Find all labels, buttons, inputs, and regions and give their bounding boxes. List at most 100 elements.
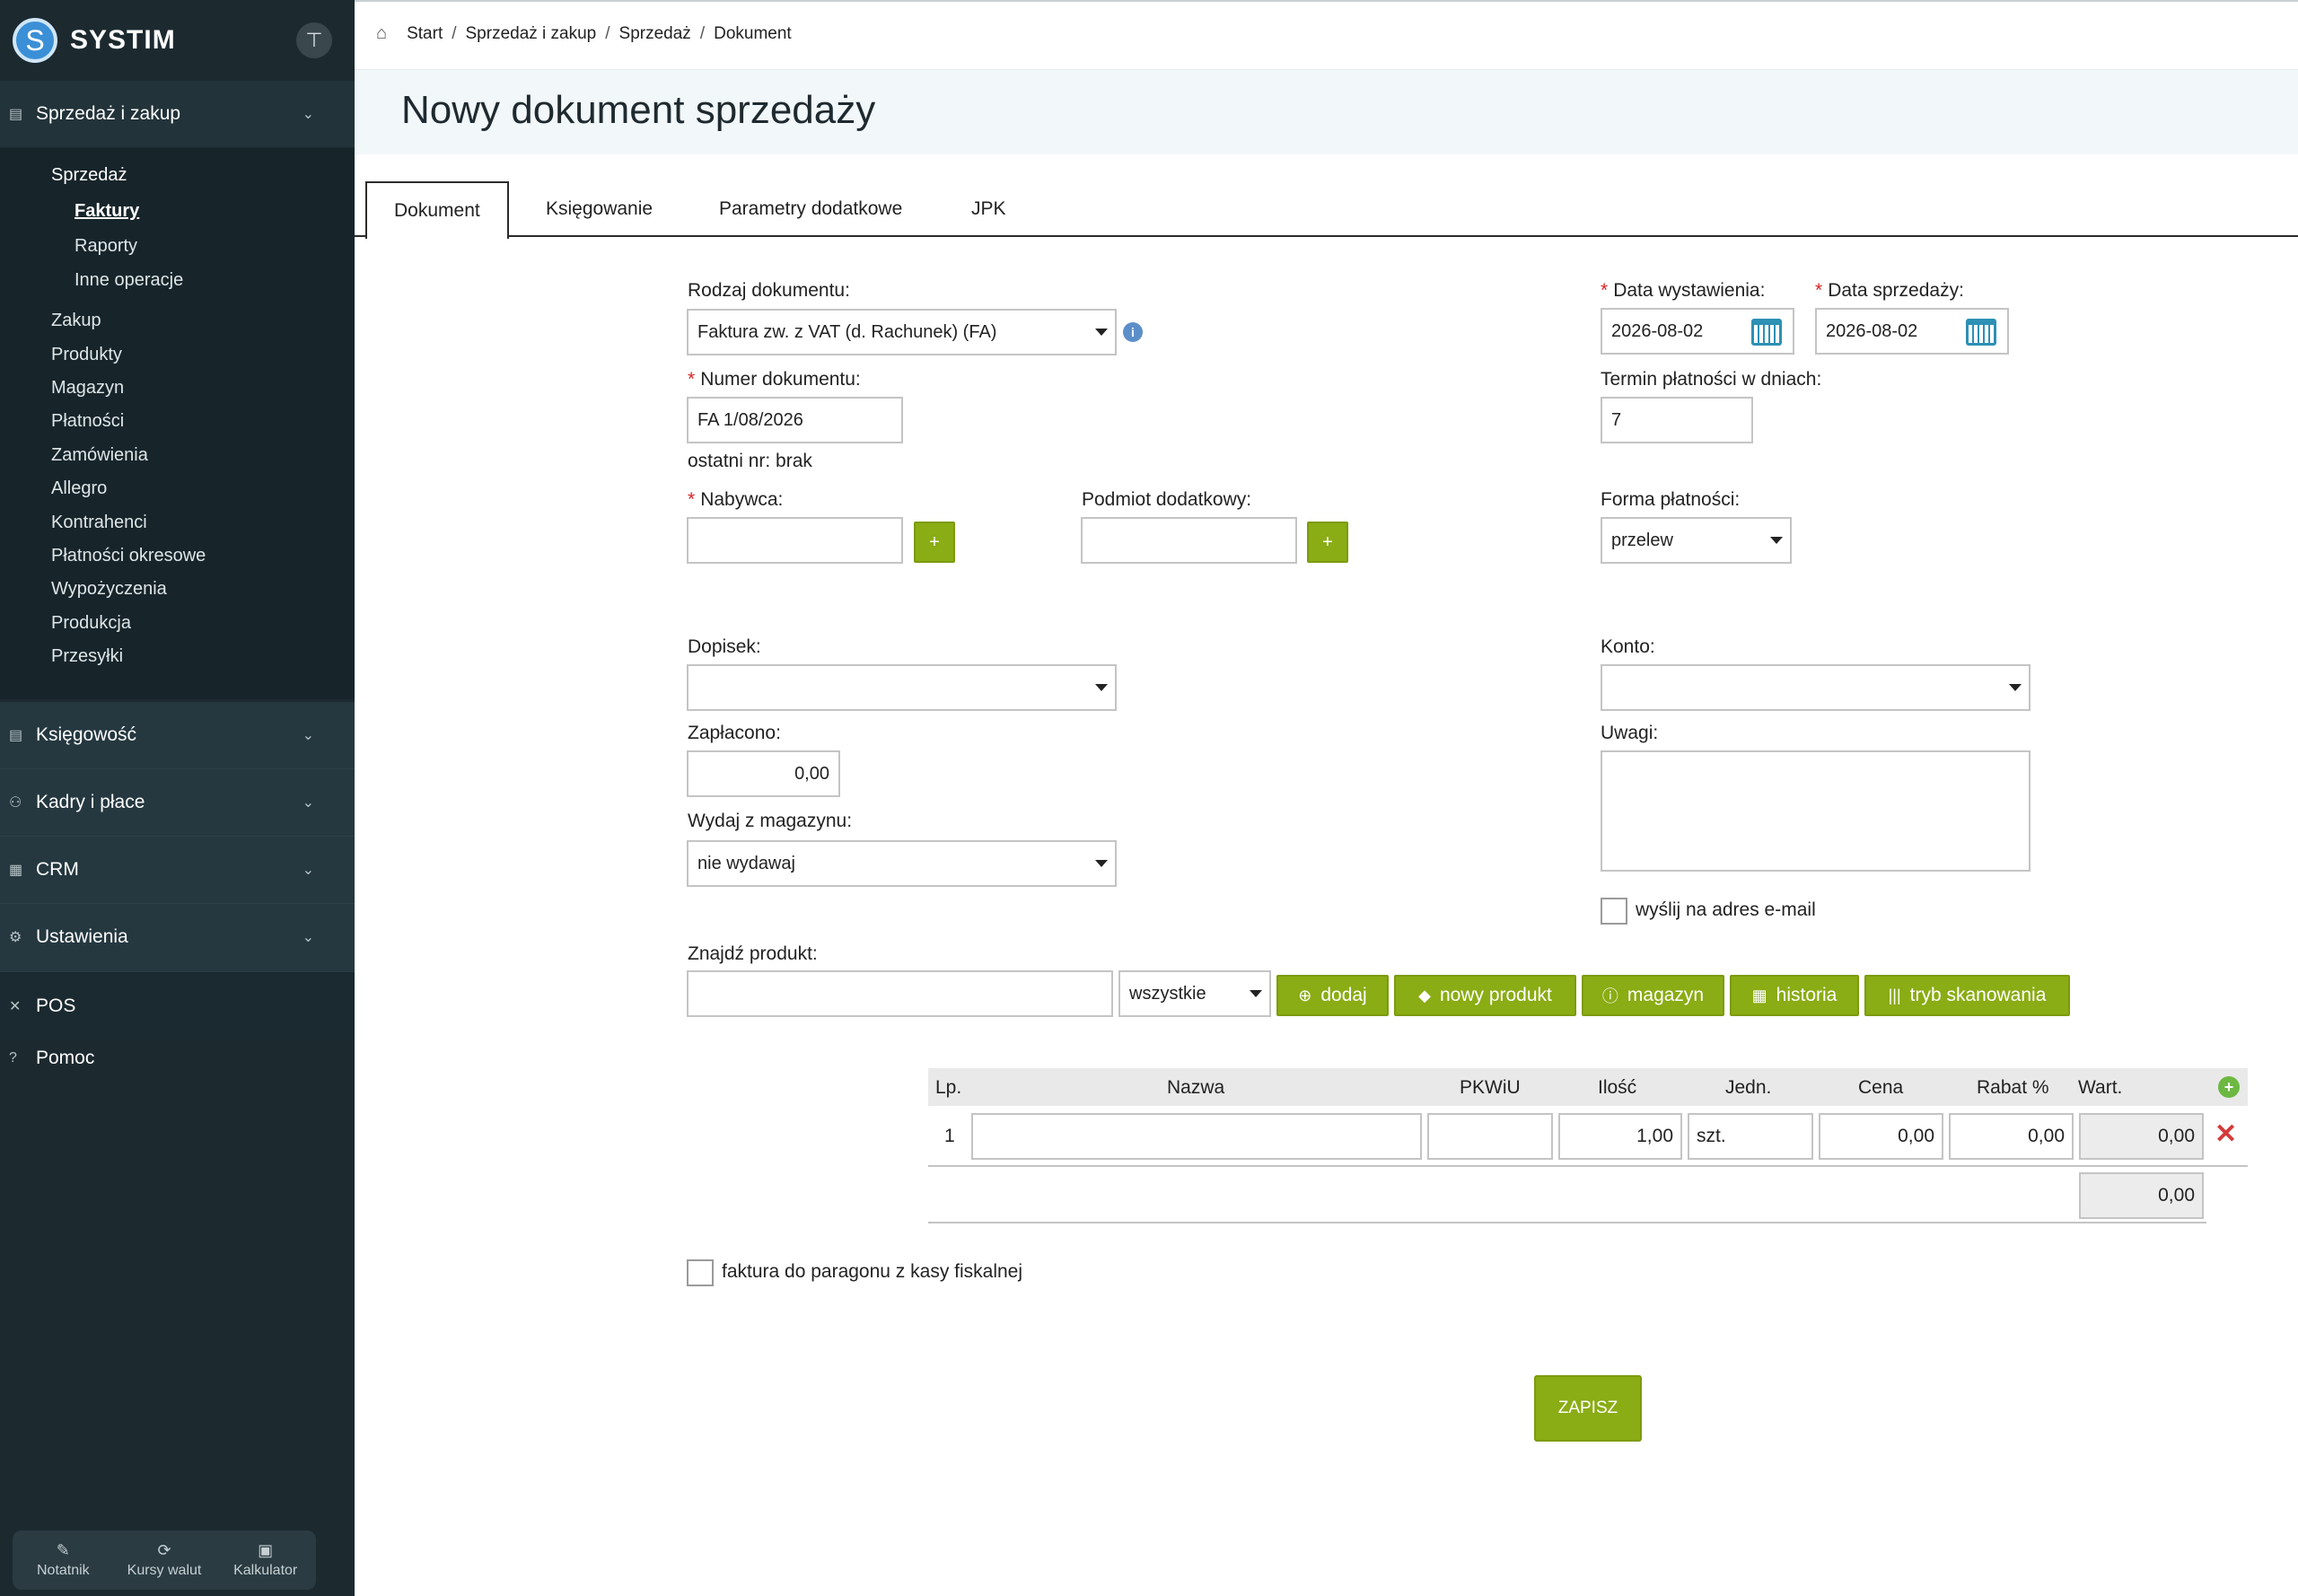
total-value: 0,00 — [2079, 1172, 2204, 1219]
zaplacono-input[interactable]: 0,00 — [687, 750, 840, 797]
home-icon[interactable]: ⌂ — [376, 23, 387, 44]
sidebar-section-crm[interactable]: ▦ CRM ⌄ — [0, 837, 355, 903]
help-icon: ? — [9, 1050, 17, 1065]
row-jedn-input[interactable]: szt. — [1688, 1113, 1813, 1160]
termin-input[interactable]: 7 — [1601, 397, 1753, 443]
sidebar-item-platnosci-okresowe[interactable]: Płatności okresowe — [51, 546, 206, 566]
tab-dokument[interactable]: Dokument — [365, 181, 509, 239]
termin-label: Termin płatności w dniach: — [1601, 369, 1822, 390]
sidebar-item-allegro[interactable]: Allegro — [51, 478, 107, 499]
row-pkwiu-input[interactable] — [1427, 1113, 1553, 1160]
paragon-checkbox[interactable] — [687, 1259, 714, 1286]
calendar-icon: ▦ — [9, 863, 23, 878]
data-sprzedazy-input[interactable]: 2026-08-02 — [1815, 308, 2009, 355]
col-cena: Cena — [1858, 1077, 1904, 1098]
sidebar-item-kontrahenci[interactable]: Kontrahenci — [51, 513, 147, 533]
nabywca-label: * Nabywca: — [688, 489, 784, 510]
product-search-input[interactable] — [687, 970, 1113, 1017]
znajdz-produkt-label: Znajdź produkt: — [688, 943, 818, 964]
sidebar-item-platnosci[interactable]: Płatności — [51, 411, 124, 432]
dopisek-label: Dopisek: — [688, 636, 761, 657]
ostatni-numer-hint: ostatni nr: brak — [688, 451, 812, 471]
row-rabat-input[interactable]: 0,00 — [1949, 1113, 2074, 1160]
col-jedn: Jedn. — [1725, 1077, 1772, 1098]
dropdown-caret-icon — [1770, 537, 1783, 544]
dropdown-caret-icon — [2009, 684, 2022, 691]
kalkulator-button[interactable]: ▣ Kalkulator — [215, 1530, 316, 1590]
product-filter-select[interactable]: wszystkie — [1118, 970, 1271, 1017]
sidebar-item-faktury[interactable]: Faktury — [75, 201, 139, 222]
sidebar-item-zakup[interactable]: Zakup — [51, 311, 101, 331]
forma-platnosci-select[interactable]: przelew — [1601, 517, 1792, 564]
button-label: tryb skanowania — [1909, 985, 2047, 1005]
pin-icon[interactable]: ⊤ — [296, 22, 332, 58]
podmiot-input[interactable] — [1081, 517, 1297, 564]
rodzaj-select[interactable]: Faktura zw. z VAT (d. Rachunek) (FA) — [687, 309, 1117, 355]
gear-icon: ⚙ — [9, 930, 22, 945]
sidebar-item-inne-operacje[interactable]: Inne operacje — [75, 270, 183, 291]
tab-parametry-dodatkowe[interactable]: Parametry dodatkowe — [719, 181, 902, 237]
add-circle-icon: ⊕ — [1298, 986, 1312, 1004]
people-icon: ⚇ — [9, 795, 22, 811]
brand-name: SYSTIM — [70, 25, 176, 55]
dropdown-caret-icon — [1095, 684, 1108, 691]
tool-label: Kursy walut — [127, 1563, 202, 1578]
data-wystawienia-label: * Data wystawienia: — [1601, 280, 1766, 301]
add-podmiot-button[interactable]: + — [1307, 522, 1348, 563]
sidebar-item-produkty[interactable]: Produkty — [51, 345, 122, 365]
row-nazwa-input[interactable] — [971, 1113, 1422, 1160]
breadcrumb-start[interactable]: Start — [407, 24, 443, 44]
dopisek-select[interactable] — [687, 664, 1117, 711]
sidebar-section-ksiegowosc[interactable]: ▤ Księgowość ⌄ — [0, 702, 355, 768]
dodaj-button[interactable]: ⊕ dodaj — [1276, 975, 1389, 1016]
sidebar-section-ustawienia[interactable]: ⚙ Ustawienia ⌄ — [0, 904, 355, 970]
breadcrumb-current: Dokument — [714, 23, 792, 43]
tab-ksiegowanie[interactable]: Księgowanie — [546, 181, 653, 237]
numer-input[interactable]: FA 1/08/2026 — [687, 397, 903, 443]
notatnik-button[interactable]: ✎ Notatnik — [13, 1530, 114, 1590]
info-icon[interactable]: i — [1123, 322, 1143, 342]
wydaj-select[interactable]: nie wydawaj — [687, 840, 1117, 887]
sidebar-section-kadry[interactable]: ⚇ Kadry i płace ⌄ — [0, 769, 355, 836]
calendar-icon[interactable] — [1751, 319, 1782, 346]
table-icon: ▦ — [1751, 986, 1767, 1004]
sidebar-item-wypozyczenia[interactable]: Wypożyczenia — [51, 579, 167, 600]
sidebar-item-raporty[interactable]: Raporty — [75, 236, 137, 257]
row-ilosc-input[interactable]: 1,00 — [1558, 1113, 1682, 1160]
sidebar-item-label: Pomoc — [36, 1048, 95, 1068]
save-button[interactable]: ZAPISZ — [1534, 1375, 1642, 1442]
sidebar-item-sprzedaz[interactable]: Sprzedaż — [51, 165, 127, 186]
row-cena-input[interactable]: 0,00 — [1819, 1113, 1943, 1160]
col-rabat: Rabat % — [1977, 1077, 2049, 1098]
konto-select[interactable] — [1601, 664, 2030, 711]
breadcrumb-sprzedaz[interactable]: Sprzedaż — [619, 24, 691, 44]
sidebar-item-przesylki[interactable]: Przesyłki — [51, 646, 123, 667]
logo[interactable]: S SYSTIM — [13, 15, 176, 66]
sidebar: S SYSTIM ⊤ ▤ Sprzedaż i zakup ⌄ Sprzedaż… — [0, 0, 355, 1596]
sidebar-section-sales[interactable]: ▤ Sprzedaż i zakup ⌄ — [0, 81, 355, 147]
tryb-skanowania-button[interactable]: ||| tryb skanowania — [1864, 975, 2070, 1016]
delete-row-icon[interactable]: ✕ — [2215, 1118, 2237, 1150]
uwagi-textarea[interactable] — [1601, 750, 2030, 872]
package-icon: ◆ — [1418, 986, 1431, 1004]
email-checkbox[interactable] — [1601, 898, 1627, 925]
magazyn-button[interactable]: ⓘ magazyn — [1582, 975, 1724, 1016]
sidebar-item-pomoc[interactable]: ? Pomoc — [0, 1025, 355, 1092]
add-nabywca-button[interactable]: + — [914, 522, 955, 563]
sidebar-item-magazyn[interactable]: Magazyn — [51, 378, 124, 399]
rodzaj-value: Faktura zw. z VAT (d. Rachunek) (FA) — [697, 321, 997, 342]
page-title: Nowy dokument sprzedaży — [401, 88, 876, 132]
add-row-icon[interactable]: + — [2218, 1076, 2240, 1098]
nabywca-input[interactable] — [687, 517, 903, 564]
kursy-walut-button[interactable]: ⟳ Kursy walut — [114, 1530, 215, 1590]
button-label: dodaj — [1320, 985, 1367, 1005]
sidebar-section-label: CRM — [36, 859, 79, 880]
data-wystawienia-input[interactable]: 2026-08-02 — [1601, 308, 1794, 355]
sidebar-item-zamowienia[interactable]: Zamówienia — [51, 445, 148, 466]
calendar-icon[interactable] — [1966, 319, 1996, 346]
sidebar-item-produkcja[interactable]: Produkcja — [51, 613, 131, 634]
historia-button[interactable]: ▦ historia — [1730, 975, 1859, 1016]
tab-jpk[interactable]: JPK — [971, 181, 1006, 237]
breadcrumb-sales[interactable]: Sprzedaż i zakup — [466, 24, 597, 44]
nowy-produkt-button[interactable]: ◆ nowy produkt — [1394, 975, 1576, 1016]
